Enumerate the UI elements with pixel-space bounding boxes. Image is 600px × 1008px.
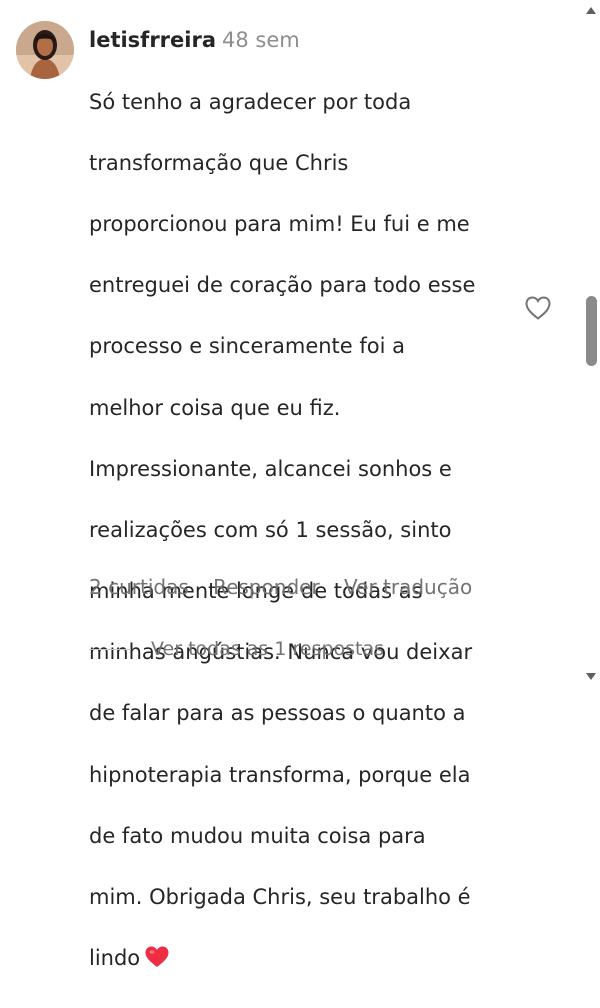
red-heart-emoji-icon (144, 945, 170, 978)
comment-line: processo e sinceramente foi a (89, 334, 406, 359)
comment-line: Só tenho a agradecer por toda (89, 89, 412, 114)
comment-text: Só tenho a agradecer por toda transforma… (89, 56, 514, 1008)
comment-line: Impressionante, alcancei sonhos e (89, 456, 452, 481)
comment-avatar[interactable] (16, 21, 74, 79)
comment-line: de fato mudou muita coisa para (89, 823, 426, 848)
view-replies[interactable]: Ver todas as 1 respostas (89, 635, 384, 663)
comment-line: lindo (89, 946, 141, 971)
comment-line: realizações com só 1 sessão, sinto (89, 517, 452, 542)
view-replies-label[interactable]: Ver todas as 1 respostas (151, 638, 384, 660)
scroll-up-arrow-icon[interactable] (586, 7, 596, 14)
comment-block: letisfrreira 48 sem Só tenho a agradecer … (89, 24, 514, 1008)
like-comment-button[interactable] (524, 294, 552, 322)
comment-line: hipnoterapia transforma, porque ela (89, 762, 471, 787)
scrollbar-thumb[interactable] (586, 296, 597, 366)
comment-time: 48 sem (222, 28, 300, 52)
comment-actions: 2 curtidas Responder Ver tradução (89, 573, 490, 601)
scrollbar[interactable] (582, 0, 600, 687)
comment-header: letisfrreira 48 sem (89, 24, 514, 56)
replies-divider (89, 648, 131, 650)
comment-line: mim. Obrigada Chris, seu trabalho é (89, 885, 471, 910)
heart-outline-icon (525, 296, 551, 320)
comment-line-last: lindo (89, 943, 514, 978)
translate-button[interactable]: Ver tradução (344, 575, 472, 599)
comment-line: entreguei de coração para todo esse (89, 273, 476, 298)
comment-line: melhor coisa que eu fiz. (89, 395, 341, 420)
likes-count[interactable]: 2 curtidas (89, 575, 189, 599)
reply-button[interactable]: Responder (213, 575, 320, 599)
comment-line: transformação que Chris (89, 150, 349, 175)
scroll-down-arrow-icon[interactable] (586, 673, 596, 680)
avatar-photo (16, 21, 74, 79)
comment-line: de falar para as pessoas o quanto a (89, 701, 466, 726)
comment-line: proporcionou para mim! Eu fui e me (89, 211, 470, 236)
username[interactable]: letisfrreira (89, 28, 216, 52)
